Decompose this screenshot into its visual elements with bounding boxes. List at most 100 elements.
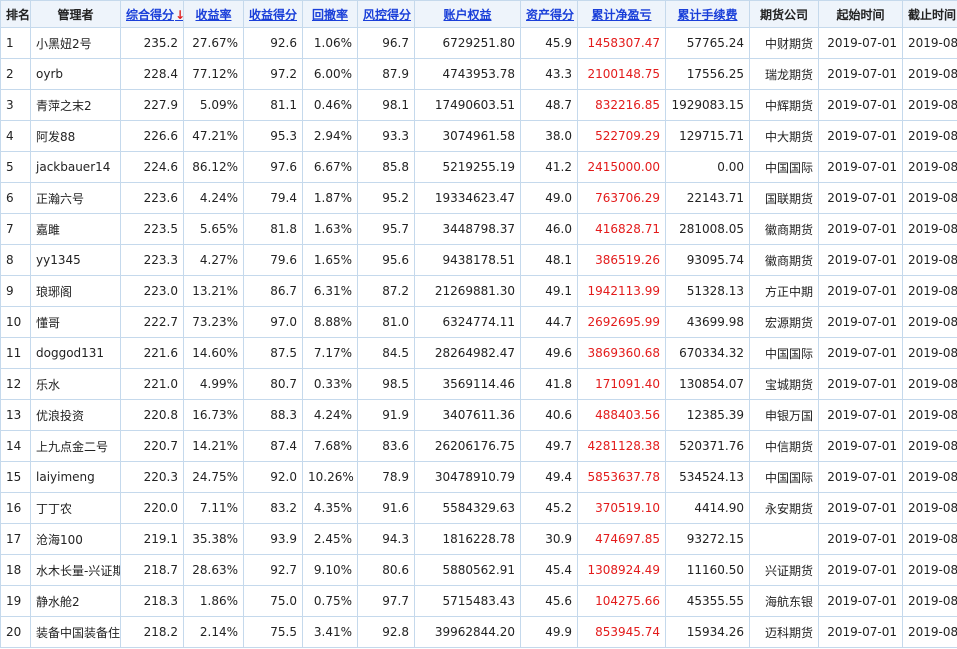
cell-return-rate: 47.21% — [183, 120, 244, 152]
cell-return-score: 97.6 — [243, 151, 303, 183]
cell-fees: 93272.15 — [665, 523, 750, 555]
cell-net-pnl: 1942113.99 — [577, 275, 666, 307]
column-header-fees[interactable]: 累计手续费 — [665, 0, 750, 28]
cell-manager: 乐水 — [30, 368, 121, 400]
column-header-start-date: 起始时间 — [818, 0, 903, 28]
cell-fees: 12385.39 — [665, 399, 750, 431]
cell-end-date: 2019-08-16 — [902, 585, 957, 617]
column-header-asset-score[interactable]: 资产得分 — [520, 0, 578, 28]
cell-futures-company: 中辉期货 — [749, 89, 819, 121]
cell-return-rate: 1.86% — [183, 585, 244, 617]
cell-composite-score: 220.0 — [120, 492, 184, 524]
cell-manager: 丁丁农 — [30, 492, 121, 524]
cell-return-score: 92.6 — [243, 27, 303, 59]
table-row: 9 琅琊阁 223.0 13.21% 86.7 6.31% 87.2 21269881.30 4… — [0, 275, 957, 307]
column-header-label: 资产得分 — [526, 7, 575, 22]
cell-drawdown-rate: 2.94% — [302, 120, 358, 152]
cell-start-date: 2019-07-01 — [818, 430, 903, 462]
table-row: 1 小黑妞2号 235.2 27.67% 92.6 1.06% 96.7 6729251.80… — [0, 27, 957, 59]
cell-net-pnl: 488403.56 — [577, 399, 666, 431]
column-header-label: 风控得分 — [363, 7, 412, 22]
cell-risk-score: 95.6 — [357, 244, 415, 276]
cell-rank: 12 — [0, 368, 31, 400]
cell-account-equity: 30478910.79 — [414, 461, 521, 493]
column-header-account-equity[interactable]: 账户权益 — [414, 0, 521, 28]
cell-futures-company: 中大期货 — [749, 120, 819, 152]
cell-futures-company: 方正中期 — [749, 275, 819, 307]
cell-account-equity: 21269881.30 — [414, 275, 521, 307]
cell-fees: 45355.55 — [665, 585, 750, 617]
cell-end-date: 2019-08-16 — [902, 306, 957, 338]
cell-return-score: 95.3 — [243, 120, 303, 152]
cell-return-rate: 86.12% — [183, 151, 244, 183]
cell-net-pnl: 104275.66 — [577, 585, 666, 617]
cell-composite-score: 218.7 — [120, 554, 184, 586]
cell-asset-score: 38.0 — [520, 120, 578, 152]
cell-start-date: 2019-07-01 — [818, 182, 903, 214]
cell-start-date: 2019-07-01 — [818, 368, 903, 400]
cell-manager: 正瀚六号 — [30, 182, 121, 214]
cell-start-date: 2019-07-01 — [818, 399, 903, 431]
cell-risk-score: 81.0 — [357, 306, 415, 338]
cell-manager: 嘉雎 — [30, 213, 121, 245]
cell-asset-score: 41.8 — [520, 368, 578, 400]
sort-desc-icon[interactable]: ↓ — [175, 8, 182, 22]
cell-end-date: 2019-08-16 — [902, 616, 957, 648]
cell-asset-score: 41.2 — [520, 151, 578, 183]
cell-manager: 阿发88 — [30, 120, 121, 152]
cell-manager: doggod131 — [30, 337, 121, 369]
cell-risk-score: 87.2 — [357, 275, 415, 307]
cell-asset-score: 43.3 — [520, 58, 578, 90]
cell-fees: 51328.13 — [665, 275, 750, 307]
cell-asset-score: 49.7 — [520, 430, 578, 462]
cell-return-rate: 27.67% — [183, 27, 244, 59]
cell-drawdown-rate: 10.26% — [302, 461, 358, 493]
column-header-label: 收益得分 — [249, 7, 298, 22]
table-body: 1 小黑妞2号 235.2 27.67% 92.6 1.06% 96.7 6729251.80… — [0, 27, 957, 648]
cell-return-score: 92.7 — [243, 554, 303, 586]
column-header-risk-score[interactable]: 风控得分 — [357, 0, 415, 28]
cell-fees: 281008.05 — [665, 213, 750, 245]
cell-drawdown-rate: 6.00% — [302, 58, 358, 90]
cell-asset-score: 49.0 — [520, 182, 578, 214]
cell-net-pnl: 763706.29 — [577, 182, 666, 214]
cell-futures-company: 国联期货 — [749, 182, 819, 214]
cell-manager: 沧海100 — [30, 523, 121, 555]
column-header-composite-score[interactable]: 综合得分↓ — [120, 0, 184, 28]
cell-account-equity: 39962844.20 — [414, 616, 521, 648]
column-header-drawdown-rate[interactable]: 回撤率 — [302, 0, 358, 28]
cell-fees: 93095.74 — [665, 244, 750, 276]
cell-risk-score: 95.2 — [357, 182, 415, 214]
cell-return-score: 87.5 — [243, 337, 303, 369]
cell-drawdown-rate: 1.87% — [302, 182, 358, 214]
column-header-return-rate[interactable]: 收益率 — [183, 0, 244, 28]
cell-composite-score: 218.2 — [120, 616, 184, 648]
cell-asset-score: 44.7 — [520, 306, 578, 338]
cell-composite-score: 226.6 — [120, 120, 184, 152]
column-header-manager: 管理者 — [30, 0, 121, 28]
cell-risk-score: 93.3 — [357, 120, 415, 152]
cell-return-score: 79.6 — [243, 244, 303, 276]
cell-account-equity: 6729251.80 — [414, 27, 521, 59]
cell-start-date: 2019-07-01 — [818, 306, 903, 338]
cell-net-pnl: 370519.10 — [577, 492, 666, 524]
cell-return-score: 92.0 — [243, 461, 303, 493]
cell-risk-score: 80.6 — [357, 554, 415, 586]
cell-asset-score: 49.1 — [520, 275, 578, 307]
cell-end-date: 2019-08-16 — [902, 58, 957, 90]
table-row: 15 laiyimeng 220.3 24.75% 92.0 10.26% 78.9 3047… — [0, 461, 957, 493]
cell-rank: 9 — [0, 275, 31, 307]
cell-start-date: 2019-07-01 — [818, 120, 903, 152]
cell-account-equity: 5584329.63 — [414, 492, 521, 524]
cell-fees: 670334.32 — [665, 337, 750, 369]
cell-manager: jackbauer14 — [30, 151, 121, 183]
cell-composite-score: 223.5 — [120, 213, 184, 245]
cell-asset-score: 48.7 — [520, 89, 578, 121]
cell-start-date: 2019-07-01 — [818, 492, 903, 524]
cell-net-pnl: 2692695.99 — [577, 306, 666, 338]
cell-asset-score: 49.4 — [520, 461, 578, 493]
column-header-net-pnl[interactable]: 累计净盈亏 — [577, 0, 666, 28]
cell-risk-score: 91.9 — [357, 399, 415, 431]
column-header-return-score[interactable]: 收益得分 — [243, 0, 303, 28]
cell-start-date: 2019-07-01 — [818, 244, 903, 276]
